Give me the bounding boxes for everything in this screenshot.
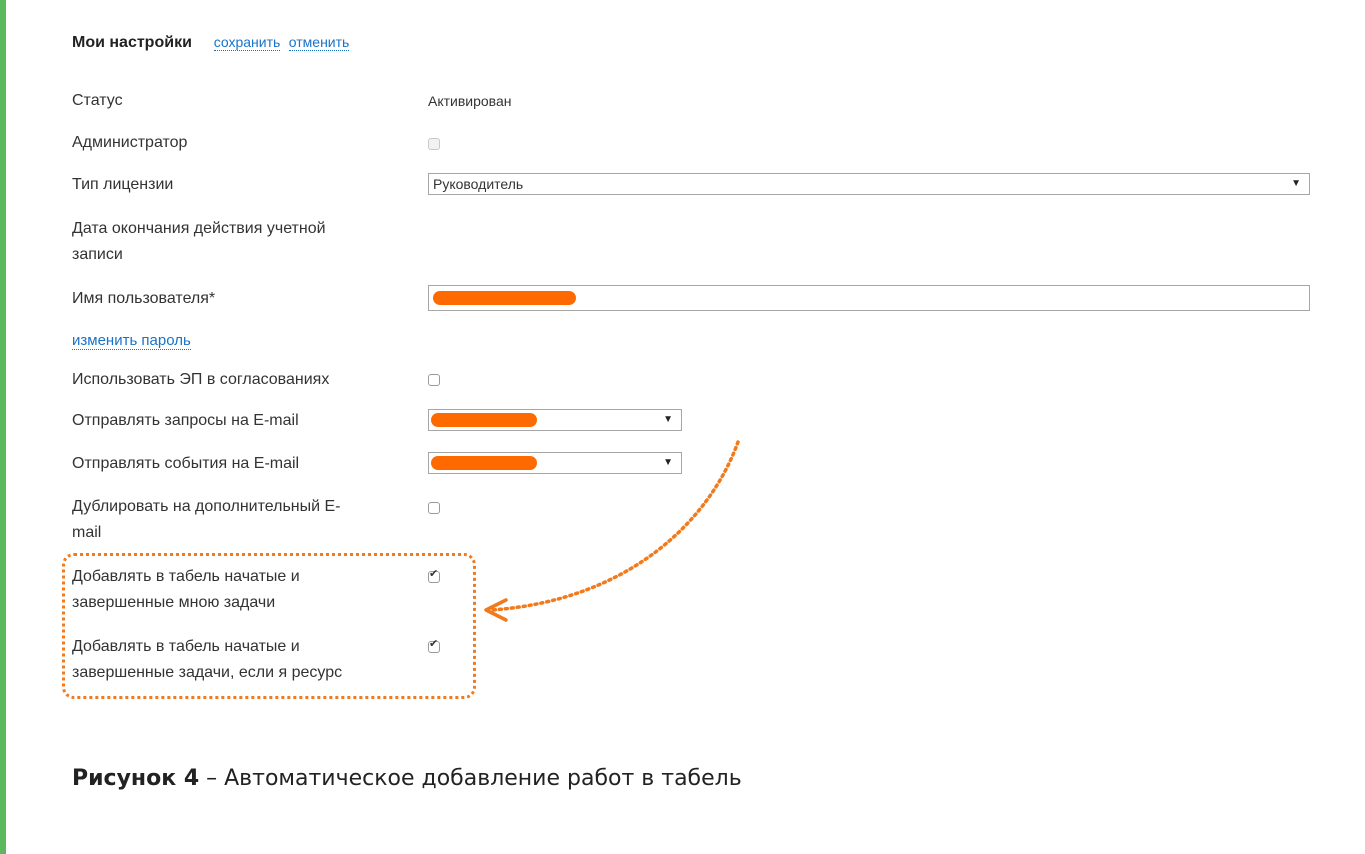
admin-label: Администратор (72, 134, 188, 151)
change-password-link[interactable]: изменить пароль (72, 332, 191, 350)
username-label: Имя пользователя* (72, 290, 216, 307)
redacted-email (431, 413, 537, 427)
license-select-value: Руководитель (433, 176, 524, 192)
duplicate-row: Дублировать на дополнительный E- mail (72, 494, 341, 546)
license-select[interactable]: Руководитель ▼ (428, 173, 1310, 195)
duplicate-checkbox[interactable] (428, 502, 440, 514)
send-events-label: Отправлять события на E-mail (72, 455, 300, 472)
expire-label-line1: Дата окончания действия учетной (72, 220, 326, 237)
send-requests-select[interactable]: ▼ (428, 409, 682, 431)
redacted-username (433, 291, 576, 305)
admin-checkbox (428, 138, 440, 150)
left-accent-bar (0, 0, 6, 854)
page-title: Мои настройки (72, 34, 192, 51)
status-value: Активирован (428, 93, 512, 109)
use-ep-label: Использовать ЭП в согласованиях (72, 371, 330, 388)
status-label: Статус (72, 92, 123, 109)
duplicate-label-line2: mail (72, 524, 102, 541)
caption-number: Рисунок 4 (72, 766, 200, 791)
save-link[interactable]: сохранить (213, 34, 281, 51)
cancel-link[interactable]: отменить (288, 34, 350, 51)
expire-label-line2: записи (72, 246, 123, 263)
annotation-arrow (484, 440, 740, 622)
send-requests-label: Отправлять запросы на E-mail (72, 412, 299, 429)
duplicate-label-line1: Дублировать на дополнительный E- (72, 498, 341, 515)
change-password-row: изменить пароль (72, 328, 191, 354)
expire-row: Дата окончания действия учетной записи (72, 216, 326, 268)
username-input[interactable] (428, 285, 1310, 311)
caption-text: – Автоматическое добавление работ в табе… (199, 766, 742, 791)
settings-header: Мои настройки сохранить отменить (72, 34, 350, 52)
license-label: Тип лицензии (72, 176, 174, 193)
chevron-down-icon: ▼ (1291, 178, 1301, 189)
use-ep-checkbox[interactable] (428, 374, 440, 386)
highlight-box (62, 553, 476, 699)
chevron-down-icon: ▼ (663, 414, 673, 425)
figure-caption: Рисунок 4 – Автоматическое добавление ра… (72, 766, 742, 791)
